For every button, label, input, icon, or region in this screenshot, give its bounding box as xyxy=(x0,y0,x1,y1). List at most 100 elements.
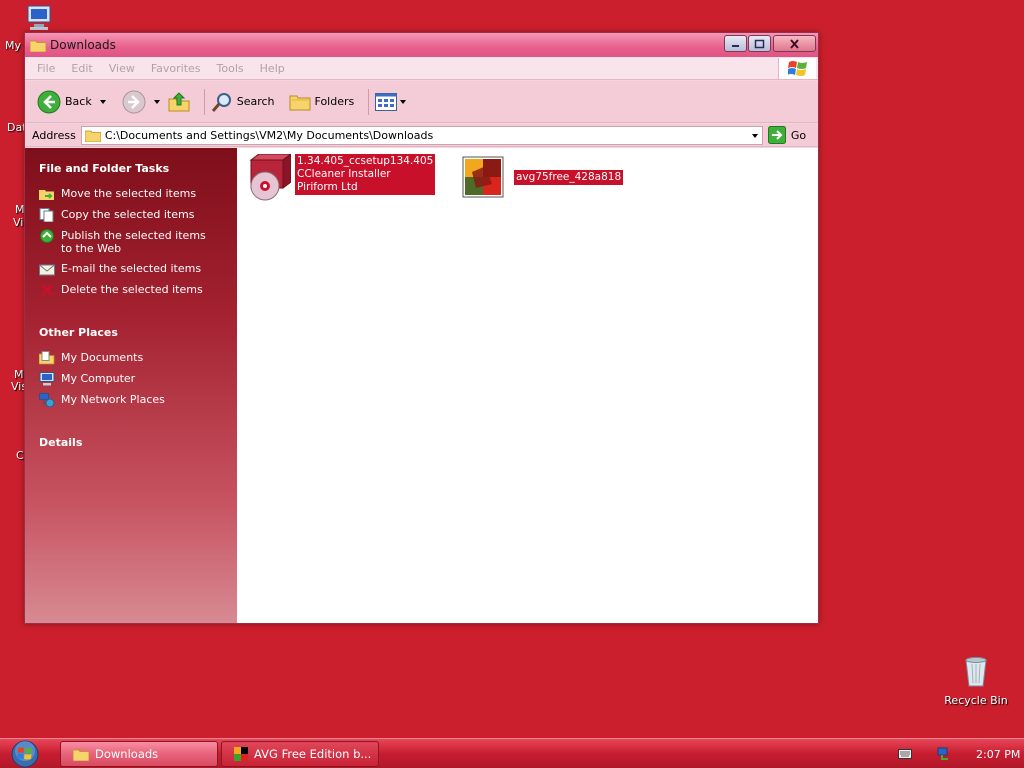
network-tray-icon[interactable] xyxy=(936,747,952,761)
computer-icon xyxy=(27,5,51,30)
minimize-icon xyxy=(731,44,739,47)
taskbar-button-downloads[interactable]: Downloads xyxy=(60,741,218,767)
task-delete-label: Delete the selected items xyxy=(61,283,203,296)
file-item-ccsetup[interactable]: 1.34.405_ccsetup134.405 CCleaner Install… xyxy=(243,154,436,202)
task-pane: File and Folder Tasks Move the selected … xyxy=(25,148,237,623)
address-value: C:\Documents and Settings\VM2\My Documen… xyxy=(104,128,434,142)
task-delete[interactable]: Delete the selected items xyxy=(39,283,237,297)
minimize-button[interactable] xyxy=(724,35,747,52)
avg-icon xyxy=(234,747,248,761)
desktop-label-partial: My xyxy=(5,39,22,52)
my-documents-icon xyxy=(39,351,55,365)
file-name-line: 1.34.405_ccsetup134.405 xyxy=(297,155,434,167)
toolbar-separator xyxy=(203,88,205,115)
desktop-label-partial: C xyxy=(16,449,24,462)
address-input[interactable]: C:\Documents and Settings\VM2\My Documen… xyxy=(80,125,763,145)
menu-tools[interactable]: Tools xyxy=(217,62,244,75)
place-network[interactable]: My Network Places xyxy=(39,393,237,407)
taskbar-button-label: AVG Free Edition b... xyxy=(254,747,372,761)
menu-favorites[interactable]: Favorites xyxy=(151,62,201,75)
task-copy[interactable]: Copy the selected items xyxy=(39,208,237,222)
clock[interactable]: 2:07 PM xyxy=(976,748,1020,761)
up-folder-icon xyxy=(168,91,190,111)
task-move[interactable]: Move the selected items xyxy=(39,187,237,201)
toolbar-separator xyxy=(368,88,370,115)
address-bar: Address C:\Documents and Settings\VM2\My… xyxy=(25,124,818,147)
address-label: Address xyxy=(32,128,76,142)
task-email-label: E-mail the selected items xyxy=(61,262,202,275)
toolbar: Back Search Folders xyxy=(25,81,818,123)
forward-button[interactable] xyxy=(122,90,160,114)
recycle-bin-label: Recycle Bin xyxy=(944,694,1008,707)
forward-dropdown-icon[interactable] xyxy=(153,99,160,104)
folders-icon xyxy=(289,95,311,110)
desktop-label-partial: Vi xyxy=(13,216,24,229)
search-label: Search xyxy=(236,95,275,108)
taskbar: Downloads AVG Free Edition b... 2:07 PM xyxy=(0,738,1024,768)
avg-installer-icon xyxy=(462,156,504,198)
folder-icon xyxy=(30,40,46,52)
back-dropdown-icon[interactable] xyxy=(99,99,106,104)
network-places-icon xyxy=(39,393,55,407)
menu-view[interactable]: View xyxy=(109,62,135,75)
title-bar[interactable]: Downloads xyxy=(25,33,818,57)
place-my-computer[interactable]: My Computer xyxy=(39,372,237,386)
place-my-documents-label: My Documents xyxy=(61,351,144,364)
place-my-documents[interactable]: My Documents xyxy=(39,351,237,365)
menu-bar: File Edit View Favorites Tools Help xyxy=(25,57,818,80)
task-move-label: Move the selected items xyxy=(61,187,197,200)
back-button[interactable]: Back xyxy=(37,90,106,114)
place-network-label: My Network Places xyxy=(61,393,165,406)
window-title: Downloads xyxy=(50,38,116,52)
restore-button[interactable] xyxy=(748,35,771,52)
task-email[interactable]: E-mail the selected items xyxy=(39,262,237,276)
close-button[interactable] xyxy=(773,35,816,52)
file-folder-tasks-title[interactable]: File and Folder Tasks xyxy=(39,162,237,175)
copy-icon xyxy=(39,208,54,222)
task-publish[interactable]: Publish the selected items to the Web xyxy=(39,229,237,255)
search-icon xyxy=(211,92,231,112)
file-name-line: avg75free_428a818 xyxy=(516,171,622,183)
taskbar-button-avg[interactable]: AVG Free Edition b... xyxy=(221,741,379,767)
desktop-icon-recycle-bin[interactable]: Recycle Bin xyxy=(940,656,1012,707)
menu-edit[interactable]: Edit xyxy=(71,62,92,75)
back-label: Back xyxy=(65,95,92,108)
ccleaner-installer-icon xyxy=(249,154,291,201)
file-company-line: Piriform Ltd xyxy=(297,181,358,193)
views-dropdown-icon[interactable] xyxy=(400,99,407,104)
recycle-bin-icon xyxy=(965,657,987,687)
close-icon xyxy=(790,38,799,49)
task-publish-label: Publish the selected items to the Web xyxy=(61,229,206,255)
publish-icon xyxy=(40,229,54,243)
task-copy-label: Copy the selected items xyxy=(61,208,195,221)
details-title[interactable]: Details xyxy=(39,436,237,449)
menu-file[interactable]: File xyxy=(37,62,55,75)
search-button[interactable]: Search xyxy=(211,91,275,113)
views-icon xyxy=(375,92,398,111)
email-icon xyxy=(39,264,55,276)
explorer-window: Downloads File Edit View Favorites Tools… xyxy=(24,32,819,624)
keyboard-icon[interactable] xyxy=(898,749,912,759)
go-label: Go xyxy=(790,128,807,142)
go-arrow-icon xyxy=(767,126,786,144)
start-button[interactable] xyxy=(8,739,42,768)
menu-help[interactable]: Help xyxy=(260,62,285,75)
back-arrow-icon xyxy=(37,90,61,113)
go-button[interactable]: Go xyxy=(767,126,807,144)
folders-button[interactable]: Folders xyxy=(289,92,354,112)
delete-icon xyxy=(40,283,54,297)
system-tray: 2:07 PM xyxy=(888,739,1024,768)
taskbar-button-label: Downloads xyxy=(95,747,159,761)
file-item-avg[interactable]: avg75free_428a818 xyxy=(462,156,624,198)
other-places-title[interactable]: Other Places xyxy=(39,326,237,339)
address-dropdown-icon[interactable] xyxy=(751,133,758,138)
views-button[interactable] xyxy=(375,92,407,111)
file-desc-line: CCleaner Installer xyxy=(297,168,391,180)
file-list[interactable]: 1.34.405_ccsetup134.405 CCleaner Install… xyxy=(237,148,818,623)
my-computer-icon xyxy=(39,372,55,386)
move-icon xyxy=(39,190,54,200)
up-folder-button[interactable] xyxy=(168,91,190,113)
restore-icon xyxy=(754,39,765,48)
file-name-ccsetup: 1.34.405_ccsetup134.405 CCleaner Install… xyxy=(295,154,436,195)
desktop-icon-my-computer[interactable] xyxy=(24,4,54,32)
